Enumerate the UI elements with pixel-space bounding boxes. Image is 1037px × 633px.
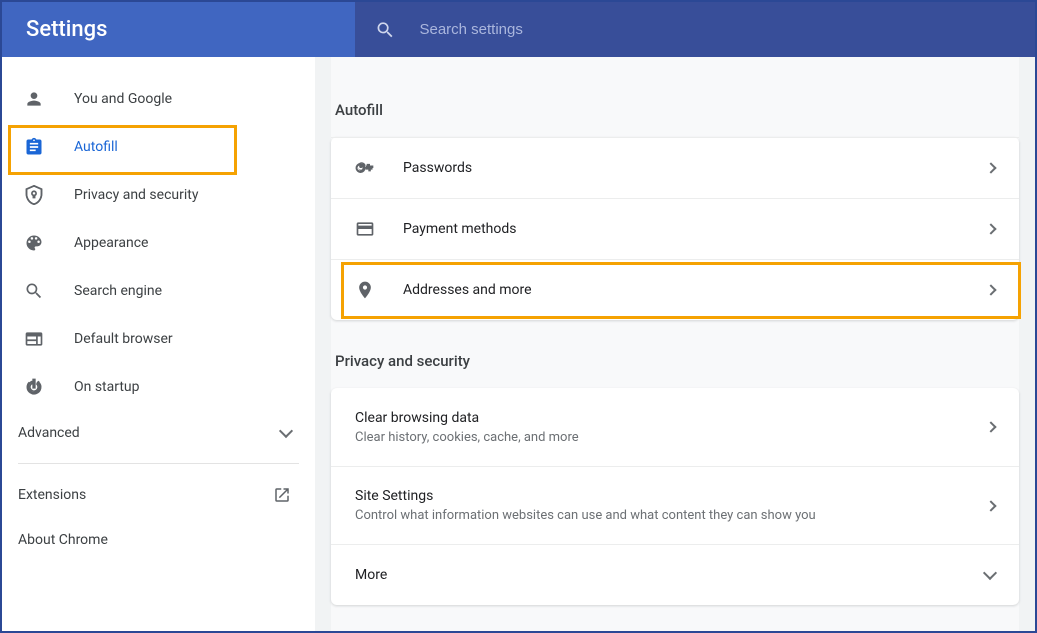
row-title: More (355, 567, 985, 583)
search-icon (375, 19, 395, 41)
row-title: Site Settings (355, 488, 987, 504)
location-icon (355, 280, 375, 300)
chevron-right-icon (985, 284, 996, 295)
row-sub: Control what information websites can us… (355, 508, 987, 523)
sidebar-item-you-and-google[interactable]: You and Google (2, 75, 315, 123)
row-title: Passwords (403, 160, 987, 176)
sidebar-about[interactable]: About Chrome (2, 518, 315, 562)
search-container[interactable] (355, 2, 1035, 57)
chevron-down-icon (279, 424, 293, 438)
about-label: About Chrome (18, 532, 108, 548)
open-in-new-icon (273, 486, 291, 504)
row-addresses[interactable]: Addresses and more (331, 259, 1019, 320)
sidebar-item-search-engine[interactable]: Search engine (2, 267, 315, 315)
sidebar-item-appearance[interactable]: Appearance (2, 219, 315, 267)
chevron-right-icon (985, 162, 996, 173)
web-icon (24, 329, 44, 349)
shield-icon (24, 185, 44, 205)
sidebar-extensions[interactable]: Extensions (2, 472, 315, 518)
row-site-settings[interactable]: Site Settings Control what information w… (331, 466, 1019, 544)
sidebar-item-privacy[interactable]: Privacy and security (2, 171, 315, 219)
chevron-right-icon (985, 500, 996, 511)
person-icon (24, 89, 44, 109)
row-title: Addresses and more (403, 282, 987, 298)
autofill-card: Passwords Payment methods Addresses and … (331, 137, 1019, 320)
search-icon (24, 281, 44, 301)
page-title: Settings (26, 17, 107, 42)
row-payment-methods[interactable]: Payment methods (331, 198, 1019, 259)
sidebar-item-label: Appearance (74, 235, 148, 251)
sidebar-item-label: You and Google (74, 91, 172, 107)
power-icon (24, 377, 44, 397)
sidebar-advanced[interactable]: Advanced (2, 411, 315, 455)
chevron-right-icon (985, 223, 996, 234)
row-passwords[interactable]: Passwords (331, 137, 1019, 198)
row-sub: Clear history, cookies, cache, and more (355, 430, 987, 445)
row-clear-browsing-data[interactable]: Clear browsing data Clear history, cooki… (331, 388, 1019, 466)
header: Settings (2, 2, 1035, 57)
key-icon (355, 158, 375, 178)
row-title: Payment methods (403, 221, 987, 237)
row-title: Clear browsing data (355, 410, 987, 426)
row-more[interactable]: More (331, 544, 1019, 605)
advanced-label: Advanced (18, 425, 80, 441)
credit-card-icon (355, 219, 375, 239)
divider (18, 463, 299, 464)
sidebar-item-label: On startup (74, 379, 140, 395)
sidebar-item-label: Autofill (74, 139, 118, 155)
sidebar-item-label: Default browser (74, 331, 173, 347)
palette-icon (24, 233, 44, 253)
privacy-card: Clear browsing data Clear history, cooki… (331, 388, 1019, 605)
assignment-icon (24, 137, 44, 157)
sidebar-item-autofill[interactable]: Autofill (2, 123, 315, 171)
sidebar-item-label: Privacy and security (74, 187, 198, 203)
sidebar-item-label: Search engine (74, 283, 162, 299)
sidebar-item-on-startup[interactable]: On startup (2, 363, 315, 411)
main-content: Autofill Passwords Payment methods Addre… (331, 57, 1019, 631)
sidebar: You and Google Autofill Privacy and secu… (2, 57, 315, 631)
sidebar-item-default-browser[interactable]: Default browser (2, 315, 315, 363)
search-input[interactable] (419, 21, 1015, 38)
chevron-down-icon (983, 566, 997, 580)
section-title-privacy: Privacy and security (331, 338, 1019, 388)
chevron-right-icon (985, 421, 996, 432)
extensions-label: Extensions (18, 487, 86, 503)
header-title: Settings (2, 2, 355, 57)
section-title-autofill: Autofill (331, 87, 1019, 137)
